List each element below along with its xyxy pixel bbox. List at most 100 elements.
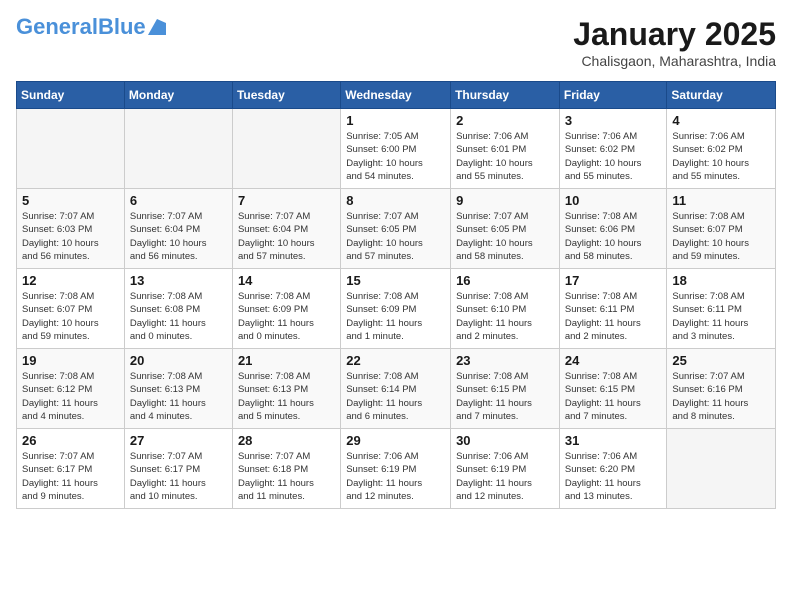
day-info: Sunrise: 7:06 AM Sunset: 6:02 PM Dayligh… — [565, 130, 662, 183]
day-info: Sunrise: 7:07 AM Sunset: 6:04 PM Dayligh… — [130, 210, 227, 263]
month-title: January 2025 — [573, 16, 776, 53]
day-number: 2 — [456, 113, 554, 128]
logo: GeneralBlue — [16, 16, 166, 38]
calendar-cell: 22 Sunrise: 7:08 AM Sunset: 6:14 PM Dayli… — [341, 349, 451, 429]
day-info: Sunrise: 7:08 AM Sunset: 6:11 PM Dayligh… — [565, 290, 662, 343]
day-number: 7 — [238, 193, 335, 208]
calendar-cell: 29 Sunrise: 7:06 AM Sunset: 6:19 PM Dayli… — [341, 429, 451, 509]
day-info: Sunrise: 7:06 AM Sunset: 6:01 PM Dayligh… — [456, 130, 554, 183]
day-info: Sunrise: 7:08 AM Sunset: 6:14 PM Dayligh… — [346, 370, 445, 423]
calendar-cell: 15 Sunrise: 7:08 AM Sunset: 6:09 PM Dayli… — [341, 269, 451, 349]
page-header: GeneralBlue January 2025 Chalisgaon, Mah… — [16, 16, 776, 69]
weekday-header-row: SundayMondayTuesdayWednesdayThursdayFrid… — [17, 82, 776, 109]
day-number: 30 — [456, 433, 554, 448]
day-number: 18 — [672, 273, 770, 288]
day-info: Sunrise: 7:06 AM Sunset: 6:19 PM Dayligh… — [456, 450, 554, 503]
day-number: 9 — [456, 193, 554, 208]
day-info: Sunrise: 7:08 AM Sunset: 6:12 PM Dayligh… — [22, 370, 119, 423]
day-number: 8 — [346, 193, 445, 208]
title-block: January 2025 Chalisgaon, Maharashtra, In… — [573, 16, 776, 69]
calendar-cell: 28 Sunrise: 7:07 AM Sunset: 6:18 PM Dayli… — [232, 429, 340, 509]
day-info: Sunrise: 7:08 AM Sunset: 6:09 PM Dayligh… — [346, 290, 445, 343]
day-number: 28 — [238, 433, 335, 448]
weekday-header-saturday: Saturday — [667, 82, 776, 109]
day-info: Sunrise: 7:07 AM Sunset: 6:17 PM Dayligh… — [22, 450, 119, 503]
calendar-cell: 21 Sunrise: 7:08 AM Sunset: 6:13 PM Dayli… — [232, 349, 340, 429]
day-number: 22 — [346, 353, 445, 368]
calendar-cell: 5 Sunrise: 7:07 AM Sunset: 6:03 PM Daylig… — [17, 189, 125, 269]
day-info: Sunrise: 7:08 AM Sunset: 6:09 PM Dayligh… — [238, 290, 335, 343]
day-info: Sunrise: 7:08 AM Sunset: 6:06 PM Dayligh… — [565, 210, 662, 263]
day-number: 26 — [22, 433, 119, 448]
day-info: Sunrise: 7:08 AM Sunset: 6:07 PM Dayligh… — [672, 210, 770, 263]
day-info: Sunrise: 7:07 AM Sunset: 6:16 PM Dayligh… — [672, 370, 770, 423]
calendar-cell: 25Sunrise: 7:07 AM Sunset: 6:16 PM Dayli… — [667, 349, 776, 429]
day-number: 16 — [456, 273, 554, 288]
day-number: 3 — [565, 113, 662, 128]
day-number: 29 — [346, 433, 445, 448]
calendar-cell: 10 Sunrise: 7:08 AM Sunset: 6:06 PM Dayli… — [559, 189, 667, 269]
day-number: 24 — [565, 353, 662, 368]
day-info: Sunrise: 7:08 AM Sunset: 6:15 PM Dayligh… — [456, 370, 554, 423]
day-info: Sunrise: 7:06 AM Sunset: 6:20 PM Dayligh… — [565, 450, 662, 503]
calendar-cell: 11 Sunrise: 7:08 AM Sunset: 6:07 PM Dayli… — [667, 189, 776, 269]
calendar-cell: 18 Sunrise: 7:08 AM Sunset: 6:11 PM Dayli… — [667, 269, 776, 349]
calendar-cell — [124, 109, 232, 189]
calendar-cell: 9Sunrise: 7:07 AM Sunset: 6:05 PM Daylig… — [451, 189, 560, 269]
logo-icon — [148, 19, 166, 35]
week-row-5: 26 Sunrise: 7:07 AM Sunset: 6:17 PM Dayli… — [17, 429, 776, 509]
week-row-4: 19 Sunrise: 7:08 AM Sunset: 6:12 PM Dayli… — [17, 349, 776, 429]
calendar-cell: 4Sunrise: 7:06 AM Sunset: 6:02 PM Daylig… — [667, 109, 776, 189]
day-number: 23 — [456, 353, 554, 368]
day-info: Sunrise: 7:06 AM Sunset: 6:19 PM Dayligh… — [346, 450, 445, 503]
week-row-1: 1 Sunrise: 7:05 AM Sunset: 6:00 PM Daylig… — [17, 109, 776, 189]
calendar-cell — [232, 109, 340, 189]
calendar-table: SundayMondayTuesdayWednesdayThursdayFrid… — [16, 81, 776, 509]
logo-text: GeneralBlue — [16, 16, 146, 38]
day-number: 27 — [130, 433, 227, 448]
day-number: 19 — [22, 353, 119, 368]
day-info: Sunrise: 7:07 AM Sunset: 6:18 PM Dayligh… — [238, 450, 335, 503]
day-info: Sunrise: 7:07 AM Sunset: 6:04 PM Dayligh… — [238, 210, 335, 263]
day-info: Sunrise: 7:07 AM Sunset: 6:17 PM Dayligh… — [130, 450, 227, 503]
weekday-header-monday: Monday — [124, 82, 232, 109]
calendar-cell: 27 Sunrise: 7:07 AM Sunset: 6:17 PM Dayli… — [124, 429, 232, 509]
day-number: 20 — [130, 353, 227, 368]
calendar-cell: 6 Sunrise: 7:07 AM Sunset: 6:04 PM Daylig… — [124, 189, 232, 269]
weekday-header-wednesday: Wednesday — [341, 82, 451, 109]
weekday-header-tuesday: Tuesday — [232, 82, 340, 109]
day-info: Sunrise: 7:07 AM Sunset: 6:05 PM Dayligh… — [346, 210, 445, 263]
day-number: 1 — [346, 113, 445, 128]
day-info: Sunrise: 7:08 AM Sunset: 6:07 PM Dayligh… — [22, 290, 119, 343]
day-info: Sunrise: 7:05 AM Sunset: 6:00 PM Dayligh… — [346, 130, 445, 183]
calendar-cell: 8 Sunrise: 7:07 AM Sunset: 6:05 PM Daylig… — [341, 189, 451, 269]
calendar-cell — [667, 429, 776, 509]
day-number: 21 — [238, 353, 335, 368]
day-number: 15 — [346, 273, 445, 288]
weekday-header-sunday: Sunday — [17, 82, 125, 109]
weekday-header-friday: Friday — [559, 82, 667, 109]
location-subtitle: Chalisgaon, Maharashtra, India — [573, 53, 776, 69]
calendar-cell: 13Sunrise: 7:08 AM Sunset: 6:08 PM Dayli… — [124, 269, 232, 349]
day-info: Sunrise: 7:08 AM Sunset: 6:13 PM Dayligh… — [238, 370, 335, 423]
day-info: Sunrise: 7:08 AM Sunset: 6:10 PM Dayligh… — [456, 290, 554, 343]
calendar-cell: 3 Sunrise: 7:06 AM Sunset: 6:02 PM Daylig… — [559, 109, 667, 189]
calendar-cell: 31Sunrise: 7:06 AM Sunset: 6:20 PM Dayli… — [559, 429, 667, 509]
week-row-2: 5 Sunrise: 7:07 AM Sunset: 6:03 PM Daylig… — [17, 189, 776, 269]
day-number: 13 — [130, 273, 227, 288]
calendar-cell — [17, 109, 125, 189]
day-number: 11 — [672, 193, 770, 208]
day-info: Sunrise: 7:08 AM Sunset: 6:11 PM Dayligh… — [672, 290, 770, 343]
calendar-cell: 14 Sunrise: 7:08 AM Sunset: 6:09 PM Dayli… — [232, 269, 340, 349]
calendar-cell: 1 Sunrise: 7:05 AM Sunset: 6:00 PM Daylig… — [341, 109, 451, 189]
day-number: 6 — [130, 193, 227, 208]
day-info: Sunrise: 7:06 AM Sunset: 6:02 PM Dayligh… — [672, 130, 770, 183]
day-info: Sunrise: 7:08 AM Sunset: 6:13 PM Dayligh… — [130, 370, 227, 423]
day-number: 14 — [238, 273, 335, 288]
day-info: Sunrise: 7:08 AM Sunset: 6:15 PM Dayligh… — [565, 370, 662, 423]
day-number: 10 — [565, 193, 662, 208]
day-number: 5 — [22, 193, 119, 208]
calendar-cell: 24 Sunrise: 7:08 AM Sunset: 6:15 PM Dayli… — [559, 349, 667, 429]
day-info: Sunrise: 7:07 AM Sunset: 6:03 PM Dayligh… — [22, 210, 119, 263]
day-number: 17 — [565, 273, 662, 288]
